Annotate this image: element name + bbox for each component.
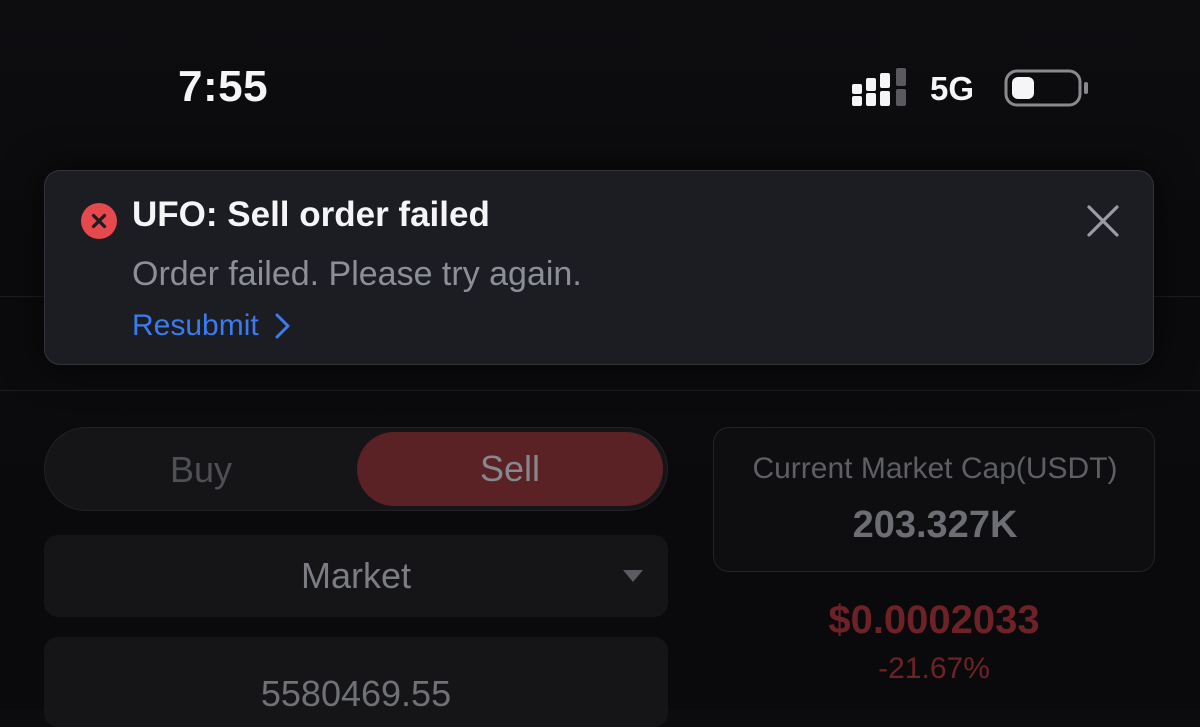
error-toast: UFO: Sell order failed Order failed. Ple… [44,170,1154,365]
sell-tab[interactable]: Sell [357,432,663,506]
amount-value: 5580469.55 [260,673,452,714]
order-type-select[interactable]: Market [44,535,668,617]
market-cap-card: Current Market Cap(USDT) 203.327K [713,427,1155,572]
token-price: $0.0002033 [828,598,1040,642]
market-cap-value: 203.327K [852,504,1018,546]
chevron-right-icon [275,313,290,339]
status-time: 7:55 [178,62,269,111]
section-divider [0,390,1200,391]
caret-down-icon [623,570,643,582]
market-cap-label: Current Market Cap(USDT) [752,452,1118,485]
order-type-value: Market [300,555,412,596]
network-label: 5G [930,70,975,107]
app-screen: 7:55 5G UFO: Sell order failed Order fai… [0,0,1200,727]
error-icon [81,203,117,239]
battery-icon [1004,69,1088,107]
toast-message: Order failed. Please try again. [132,255,582,293]
toast-title: UFO: Sell order failed [132,195,490,234]
close-icon[interactable] [1083,201,1123,241]
signal-icon [852,68,906,106]
resubmit-label: Resubmit [132,309,259,342]
price-change: -21.67% [878,652,990,685]
amount-field[interactable]: 5580469.55 [44,637,668,727]
resubmit-link[interactable]: Resubmit [132,309,293,343]
buy-tab[interactable]: Buy [45,428,357,512]
buy-sell-switch: Buy Sell [44,427,668,511]
